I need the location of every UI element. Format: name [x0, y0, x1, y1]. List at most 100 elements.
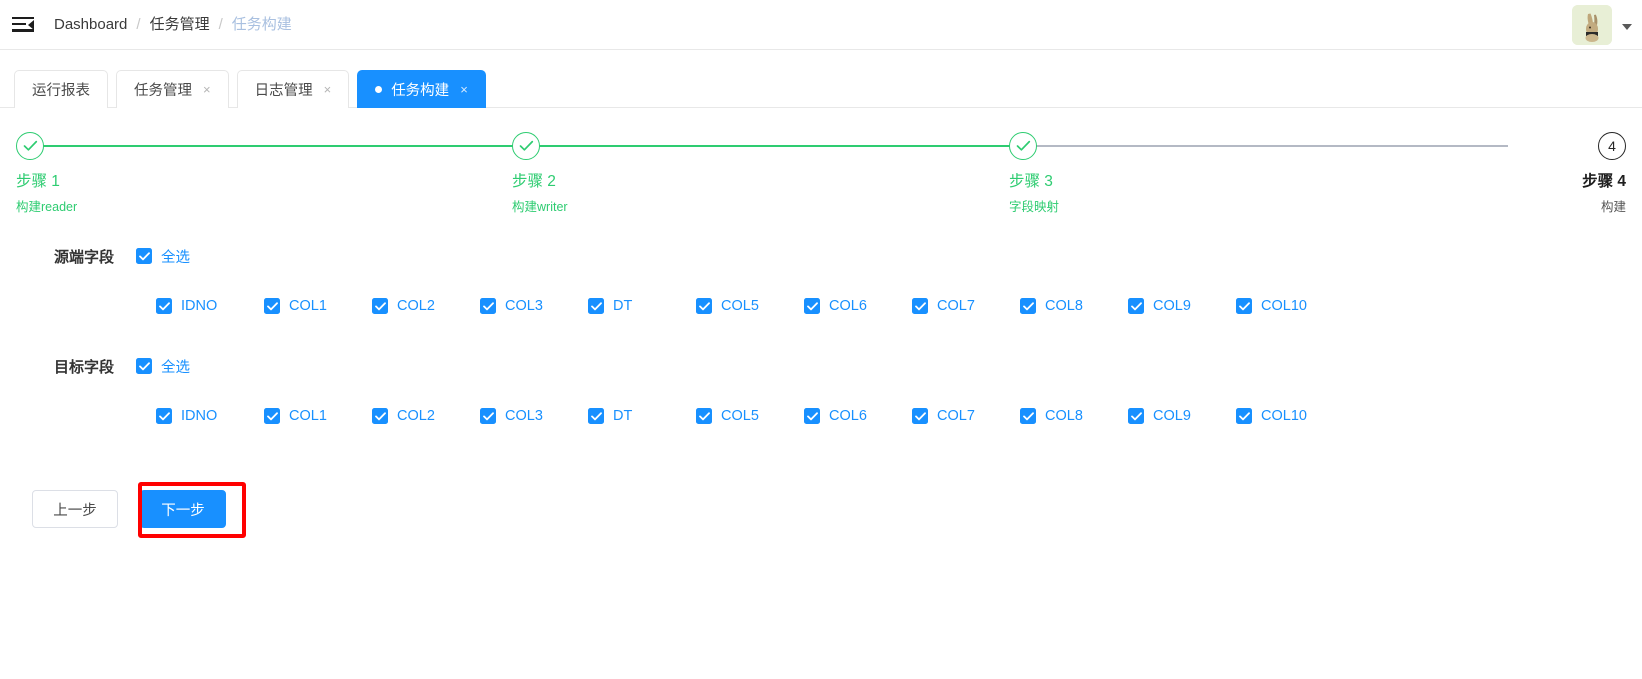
- field-checkbox-col8[interactable]: COL8: [1020, 298, 1128, 314]
- field-checkbox-col7[interactable]: COL7: [912, 408, 1020, 424]
- field-checkbox-idno[interactable]: IDNO: [156, 298, 264, 314]
- chevron-down-icon[interactable]: [1622, 24, 1632, 30]
- tab-label: 任务管理: [134, 83, 192, 99]
- field-checkbox-col3[interactable]: COL3: [480, 408, 588, 424]
- breadcrumb-item-2: 任务构建: [231, 16, 292, 33]
- field-checkbox-label: COL10: [1261, 408, 1307, 424]
- checkbox-checked-icon: [480, 298, 496, 314]
- field-checkbox-label: COL1: [289, 408, 327, 424]
- field-checkbox-label: COL8: [1045, 298, 1083, 314]
- step-description: 构建reader: [16, 200, 78, 214]
- tab-bar: 运行报表 任务管理 × 日志管理 × 任务构建 ×: [0, 50, 1642, 108]
- field-checkbox-label: COL8: [1045, 408, 1083, 424]
- breadcrumb-separator: /: [136, 16, 141, 33]
- step-check-icon: [16, 132, 44, 160]
- step-check-icon: [512, 132, 540, 160]
- tab-close-icon[interactable]: ×: [324, 83, 332, 96]
- tab-label: 任务构建: [391, 83, 450, 99]
- field-checkbox-col9[interactable]: COL9: [1128, 408, 1236, 424]
- breadcrumb: Dashboard / 任务管理 / 任务构建: [54, 17, 292, 32]
- field-checkbox-col9[interactable]: COL9: [1128, 298, 1236, 314]
- step-description: 字段映射: [1009, 200, 1060, 214]
- field-checkbox-col10[interactable]: COL10: [1236, 408, 1344, 424]
- tab-close-icon[interactable]: ×: [460, 83, 468, 96]
- field-checkbox-col2[interactable]: COL2: [372, 408, 480, 424]
- field-checkbox-label: COL1: [289, 298, 327, 314]
- field-checkbox-col1[interactable]: COL1: [264, 298, 372, 314]
- checkbox-checked-icon: [912, 408, 928, 424]
- step-title: 步骤 2: [512, 173, 556, 190]
- rabbit-avatar[interactable]: [1572, 5, 1612, 45]
- target-field-section: 目标字段 全选 IDNO COL1 COL2 COL3 DT COL5 COL6 COL7 CO…: [16, 352, 1626, 424]
- field-checkbox-label: COL6: [829, 298, 867, 314]
- field-mapping-content: 源端字段 全选 IDNO COL1 COL2 COL3 DT COL5 COL6 COL7 CO…: [0, 242, 1642, 538]
- field-checkbox-col5[interactable]: COL5: [696, 298, 804, 314]
- next-step-button[interactable]: 下一步: [140, 490, 226, 528]
- field-checkbox-label: COL7: [937, 408, 975, 424]
- tab-label: 日志管理: [254, 83, 313, 99]
- tab-active-dot-icon: [375, 86, 383, 93]
- checkbox-checked-icon: [264, 408, 280, 424]
- target-field-list: IDNO COL1 COL2 COL3 DT COL5 COL6 COL7 COL8 COL9 CO…: [16, 408, 1626, 424]
- field-checkbox-label: COL3: [505, 408, 543, 424]
- tab-label: 运行报表: [32, 83, 90, 99]
- menu-fold-icon[interactable]: [12, 16, 34, 34]
- header-right-group: [1572, 0, 1632, 50]
- field-checkbox-dt[interactable]: DT: [588, 408, 696, 424]
- breadcrumb-item-1[interactable]: 任务管理: [150, 17, 210, 32]
- field-checkbox-label: COL6: [829, 408, 867, 424]
- step-description: 构建writer: [512, 200, 568, 214]
- wizard-footer: 上一步 下一步: [16, 482, 1626, 538]
- tab-close-icon[interactable]: ×: [203, 83, 211, 96]
- checkbox-checked-icon: [136, 248, 152, 264]
- checkbox-checked-icon: [1020, 298, 1036, 314]
- field-checkbox-label: COL5: [721, 408, 759, 424]
- target-select-all-checkbox[interactable]: 全选: [136, 356, 190, 377]
- source-select-all-checkbox[interactable]: 全选: [136, 246, 190, 267]
- field-checkbox-label: IDNO: [181, 408, 218, 424]
- checkbox-checked-icon: [912, 298, 928, 314]
- step-4[interactable]: 4 步骤 4 构建: [1582, 132, 1626, 215]
- source-field-label: 源端字段: [53, 248, 114, 266]
- field-checkbox-dt[interactable]: DT: [588, 298, 696, 314]
- field-checkbox-col1[interactable]: COL1: [264, 408, 372, 424]
- checkbox-checked-icon: [1236, 298, 1252, 314]
- field-checkbox-col5[interactable]: COL5: [696, 408, 804, 424]
- step-connector-0: [42, 145, 514, 147]
- field-checkbox-col2[interactable]: COL2: [372, 298, 480, 314]
- checkbox-checked-icon: [480, 408, 496, 424]
- checkbox-checked-icon: [136, 358, 152, 374]
- field-checkbox-col6[interactable]: COL6: [804, 408, 912, 424]
- tab-item-2[interactable]: 日志管理 ×: [236, 70, 350, 108]
- breadcrumb-item-0[interactable]: Dashboard: [54, 17, 127, 32]
- checkbox-checked-icon: [1128, 408, 1144, 424]
- checkbox-checked-icon: [1128, 298, 1144, 314]
- tab-item-0[interactable]: 运行报表: [14, 70, 108, 108]
- checkbox-checked-icon: [372, 408, 388, 424]
- field-checkbox-col7[interactable]: COL7: [912, 298, 1020, 314]
- field-checkbox-col3[interactable]: COL3: [480, 298, 588, 314]
- step-progress: 步骤 1 构建reader 步骤 2 构建writer 步骤 3 字段映射 4 步骤 4 构建: [16, 132, 1626, 224]
- target-field-label: 目标字段: [53, 358, 114, 376]
- field-checkbox-col8[interactable]: COL8: [1020, 408, 1128, 424]
- checkbox-checked-icon: [804, 408, 820, 424]
- field-checkbox-col10[interactable]: COL10: [1236, 298, 1344, 314]
- step-number: 4: [1608, 138, 1616, 154]
- tab-item-3[interactable]: 任务构建 ×: [357, 70, 486, 108]
- step-connector-2: [1035, 145, 1508, 147]
- checkbox-checked-icon: [156, 298, 172, 314]
- step-connector-1: [538, 145, 1011, 147]
- field-checkbox-idno[interactable]: IDNO: [156, 408, 264, 424]
- field-checkbox-col6[interactable]: COL6: [804, 298, 912, 314]
- checkbox-checked-icon: [804, 298, 820, 314]
- tab-item-1[interactable]: 任务管理 ×: [116, 70, 229, 108]
- prev-step-button[interactable]: 上一步: [32, 490, 118, 528]
- source-field-list: IDNO COL1 COL2 COL3 DT COL5 COL6 COL7 COL8 COL9 CO…: [16, 298, 1626, 314]
- checkbox-checked-icon: [696, 298, 712, 314]
- field-checkbox-label: COL10: [1261, 298, 1307, 314]
- field-checkbox-label: COL9: [1153, 298, 1191, 314]
- checkbox-checked-icon: [588, 298, 604, 314]
- source-field-section: 源端字段 全选 IDNO COL1 COL2 COL3 DT COL5 COL6 COL7 CO…: [16, 242, 1626, 314]
- target-select-all-label: 全选: [161, 359, 190, 376]
- field-checkbox-label: COL3: [505, 298, 543, 314]
